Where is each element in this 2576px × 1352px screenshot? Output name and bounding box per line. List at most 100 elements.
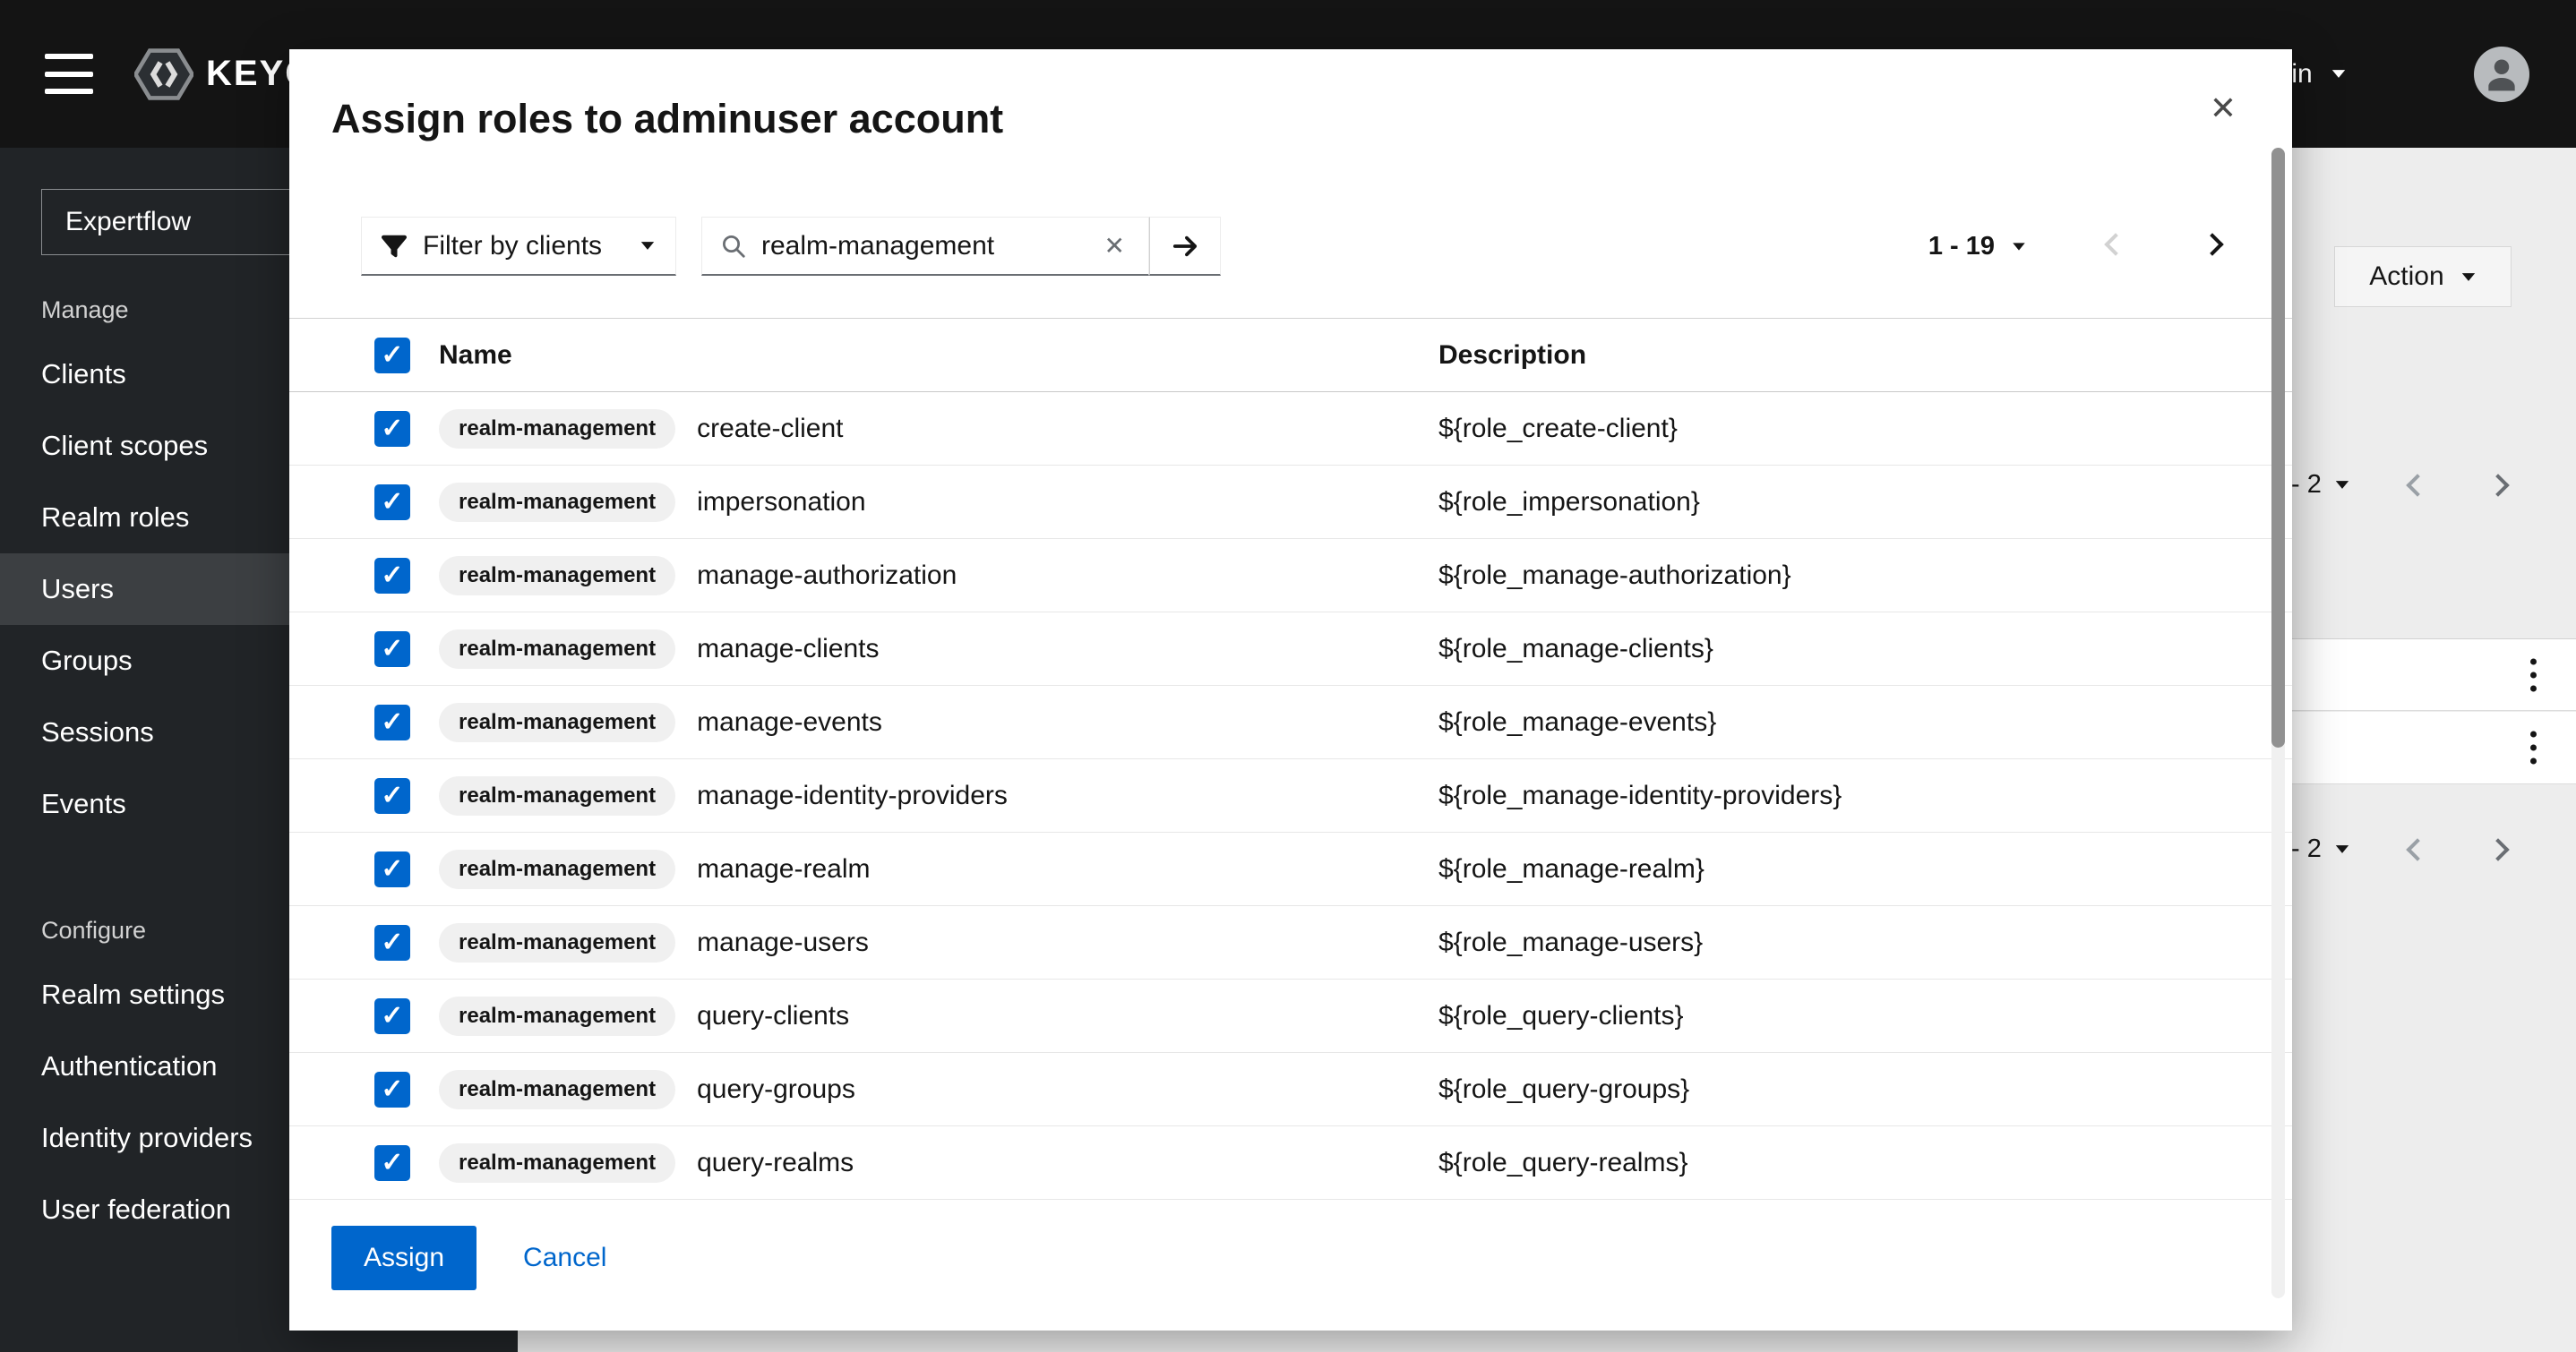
client-badge: realm-management bbox=[439, 483, 675, 522]
check-icon: ✓ bbox=[381, 636, 403, 663]
role-description: ${role_manage-users} bbox=[1438, 928, 2238, 958]
row-checkbox[interactable]: ✓ bbox=[374, 705, 410, 740]
close-icon[interactable]: ✕ bbox=[2210, 92, 2237, 124]
role-description: ${role_manage-events} bbox=[1438, 707, 2238, 738]
chevron-down-icon bbox=[2013, 243, 2025, 250]
row-checkbox[interactable]: ✓ bbox=[374, 484, 410, 520]
role-name-cell: realm-management query-groups bbox=[439, 1070, 1438, 1109]
kebab-menu-icon[interactable] bbox=[2525, 653, 2542, 697]
role-name: impersonation bbox=[697, 487, 865, 518]
roles-table: ✓ Name Description ✓ realm-management cr… bbox=[289, 318, 2292, 1200]
row-checkbox[interactable]: ✓ bbox=[374, 925, 410, 961]
row-checkbox[interactable]: ✓ bbox=[374, 411, 410, 447]
filter-funnel-icon bbox=[382, 234, 407, 259]
chevron-right-icon[interactable] bbox=[2486, 838, 2509, 860]
column-header-name: Name bbox=[439, 340, 1438, 371]
check-icon: ✓ bbox=[381, 342, 403, 369]
filter-dropdown-label: Filter by clients bbox=[423, 231, 602, 261]
role-name-cell: realm-management manage-users bbox=[439, 923, 1438, 963]
role-description: ${role_query-clients} bbox=[1438, 1001, 2238, 1031]
table-row: ✓ realm-management manage-authorization … bbox=[289, 539, 2292, 612]
chevron-right-icon[interactable] bbox=[2486, 474, 2509, 496]
role-description: ${role_create-client} bbox=[1438, 414, 2238, 444]
hamburger-menu-icon[interactable] bbox=[45, 54, 93, 94]
background-pagination: - 2 bbox=[2291, 470, 2506, 500]
client-badge: realm-management bbox=[439, 776, 675, 816]
client-badge: realm-management bbox=[439, 923, 675, 963]
pagination-next-button[interactable] bbox=[2195, 227, 2229, 266]
background-pagination: - 2 bbox=[2291, 834, 2506, 864]
kebab-menu-icon[interactable] bbox=[2525, 726, 2542, 770]
pagination-range-dropdown[interactable]: 1 - 19 bbox=[1928, 232, 2027, 261]
cancel-button[interactable]: Cancel bbox=[523, 1243, 606, 1273]
role-name: manage-events bbox=[697, 707, 882, 738]
role-name-cell: realm-management manage-identity-provide… bbox=[439, 776, 1438, 816]
search-box: ✕ bbox=[701, 217, 1149, 276]
filter-by-clients-dropdown[interactable]: Filter by clients bbox=[361, 217, 676, 276]
role-name-cell: realm-management manage-clients bbox=[439, 629, 1438, 669]
role-description: ${role_manage-realm} bbox=[1438, 854, 2238, 885]
assign-button[interactable]: Assign bbox=[331, 1226, 477, 1290]
client-badge: realm-management bbox=[439, 409, 675, 449]
chevron-right-icon bbox=[2201, 233, 2223, 255]
role-description: ${role_query-groups} bbox=[1438, 1074, 2238, 1105]
avatar[interactable] bbox=[2474, 47, 2529, 102]
table-row: ✓ realm-management query-clients ${role_… bbox=[289, 980, 2292, 1053]
chevron-left-icon[interactable] bbox=[2406, 838, 2428, 860]
pagination-nav bbox=[2099, 227, 2229, 266]
role-name: manage-authorization bbox=[697, 560, 957, 591]
pagination-range-fragment: - 2 bbox=[2291, 470, 2322, 500]
screen: Action - 2 - 2 bbox=[0, 0, 2576, 1352]
role-name: manage-clients bbox=[697, 634, 879, 664]
role-name-cell: realm-management manage-realm bbox=[439, 850, 1438, 889]
role-name-cell: realm-management create-client bbox=[439, 409, 1438, 449]
client-badge: realm-management bbox=[439, 703, 675, 742]
modal-scrollbar-thumb[interactable] bbox=[2271, 148, 2285, 748]
table-row: ✓ realm-management manage-identity-provi… bbox=[289, 759, 2292, 833]
pagination-range-fragment: - 2 bbox=[2291, 834, 2322, 864]
role-description: ${role_query-realms} bbox=[1438, 1148, 2238, 1178]
client-badge: realm-management bbox=[439, 1143, 675, 1183]
select-all-checkbox[interactable]: ✓ bbox=[374, 338, 410, 373]
role-name-cell: realm-management manage-events bbox=[439, 703, 1438, 742]
role-name: manage-identity-providers bbox=[697, 781, 1008, 811]
search-icon bbox=[720, 233, 747, 260]
row-checkbox[interactable]: ✓ bbox=[374, 1145, 410, 1181]
chevron-down-icon[interactable] bbox=[2336, 845, 2348, 853]
row-checkbox[interactable]: ✓ bbox=[374, 778, 410, 814]
check-icon: ✓ bbox=[381, 1150, 403, 1177]
role-name: query-realms bbox=[697, 1148, 854, 1178]
chevron-down-icon bbox=[2332, 70, 2345, 78]
pagination-prev-button[interactable] bbox=[2099, 227, 2133, 266]
table-row: ✓ realm-management impersonation ${role_… bbox=[289, 466, 2292, 539]
assign-roles-modal: Assign roles to adminuser account ✕ Filt… bbox=[289, 49, 2292, 1331]
row-checkbox[interactable]: ✓ bbox=[374, 631, 410, 667]
row-checkbox[interactable]: ✓ bbox=[374, 558, 410, 594]
table-row: ✓ realm-management query-groups ${role_q… bbox=[289, 1053, 2292, 1126]
check-icon: ✓ bbox=[381, 856, 403, 883]
chevron-left-icon[interactable] bbox=[2406, 474, 2428, 496]
check-icon: ✓ bbox=[381, 562, 403, 589]
search-input[interactable] bbox=[761, 231, 1085, 261]
clear-search-icon[interactable]: ✕ bbox=[1099, 231, 1130, 261]
client-badge: realm-management bbox=[439, 1070, 675, 1109]
table-row: ✓ realm-management manage-events ${role_… bbox=[289, 686, 2292, 759]
role-name: query-groups bbox=[697, 1074, 855, 1105]
modal-footer: Assign Cancel bbox=[331, 1226, 606, 1290]
action-dropdown-button[interactable]: Action bbox=[2334, 246, 2512, 307]
table-row: ✓ realm-management query-realms ${role_q… bbox=[289, 1126, 2292, 1200]
roles-table-body: ✓ realm-management create-client ${role_… bbox=[289, 392, 2292, 1200]
row-checkbox[interactable]: ✓ bbox=[374, 998, 410, 1034]
role-description: ${role_manage-identity-providers} bbox=[1438, 781, 2238, 811]
table-row: ✓ realm-management create-client ${role_… bbox=[289, 392, 2292, 466]
row-checkbox[interactable]: ✓ bbox=[374, 1072, 410, 1108]
chevron-down-icon bbox=[2461, 273, 2474, 281]
role-name-cell: realm-management impersonation bbox=[439, 483, 1438, 522]
action-dropdown-label: Action bbox=[2369, 261, 2443, 292]
check-icon: ✓ bbox=[381, 783, 403, 809]
modal-scrollbar-track[interactable] bbox=[2271, 148, 2285, 1298]
table-row: ✓ realm-management manage-realm ${role_m… bbox=[289, 833, 2292, 906]
row-checkbox[interactable]: ✓ bbox=[374, 851, 410, 887]
chevron-down-icon[interactable] bbox=[2336, 481, 2348, 489]
search-submit-button[interactable] bbox=[1149, 217, 1221, 276]
